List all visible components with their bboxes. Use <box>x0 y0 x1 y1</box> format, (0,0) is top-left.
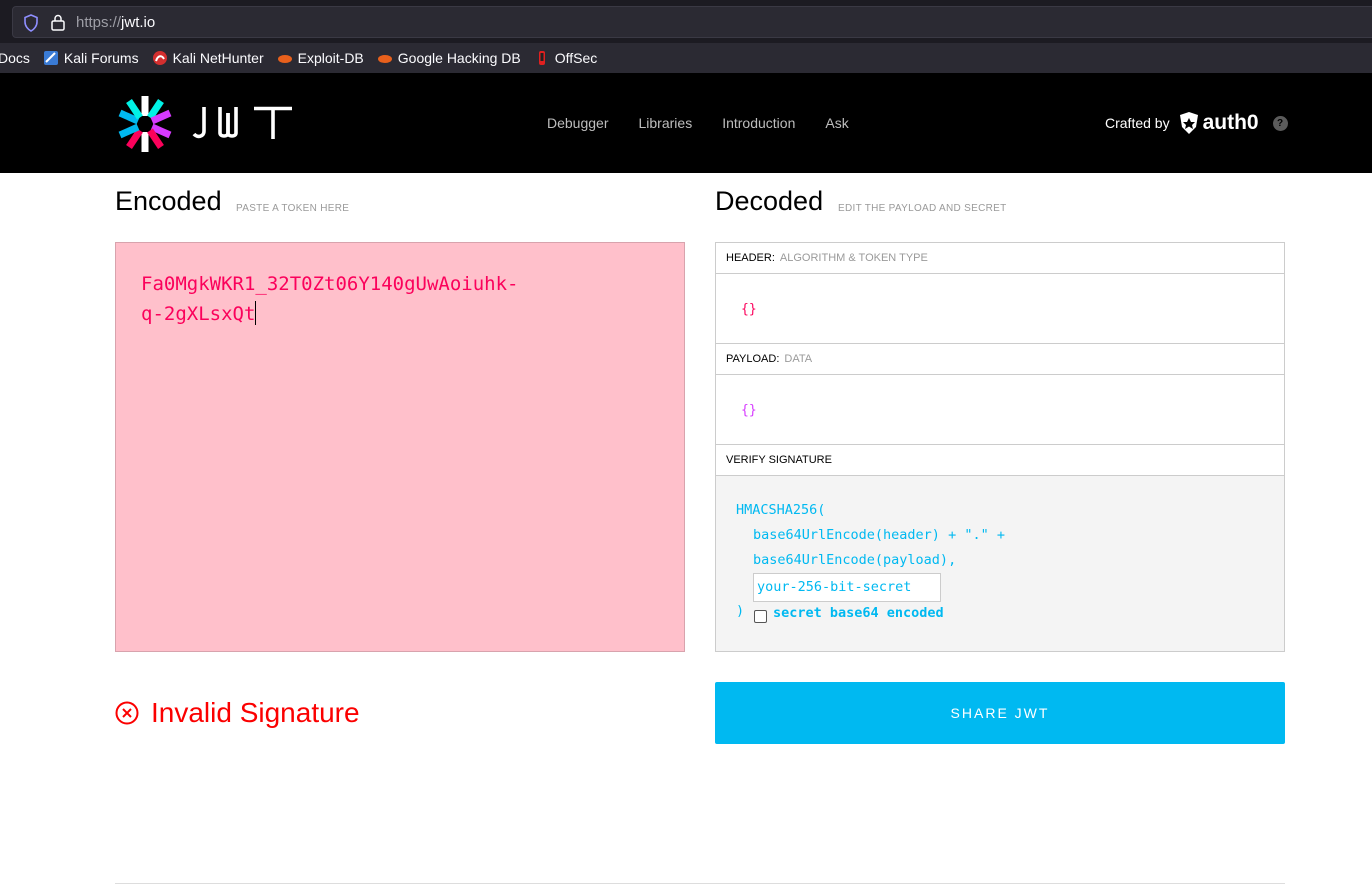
decoded-title: Decoded <box>715 186 824 216</box>
header-json-editor[interactable]: {} <box>716 274 1284 344</box>
offsec-icon <box>538 51 545 65</box>
help-icon[interactable]: ? <box>1272 115 1288 131</box>
encoded-subtitle: PASTE A TOKEN HERE <box>236 203 350 214</box>
auth0-shield-icon <box>1179 112 1198 134</box>
site-header: Debugger Libraries Introduction Ask Craf… <box>0 73 1372 173</box>
crafted-by[interactable]: Crafted by auth0 ? <box>1105 111 1288 135</box>
payload-json[interactable]: {} <box>741 403 757 418</box>
verify-signature-title: VERIFY SIGNATURE <box>716 445 1284 476</box>
invalid-signature-text: Invalid Signature <box>151 697 360 728</box>
signature-status: Invalid Signature <box>115 697 360 729</box>
header-section-title: HEADER: ALGORITHM & TOKEN TYPE <box>716 243 1284 274</box>
text-caret <box>255 301 257 325</box>
base64-checkbox-label[interactable]: secret base64 encoded <box>773 605 944 621</box>
jwt-wordmark[interactable] <box>192 105 296 141</box>
bookmark-offsec[interactable]: OffSec <box>534 50 597 66</box>
url-text[interactable]: https://jwt.io <box>76 14 155 31</box>
bookmarks-bar: Docs Kali Forums Kali NetHunter Exploit-… <box>0 43 1372 73</box>
nav-libraries[interactable]: Libraries <box>639 115 693 131</box>
bookmark-kali-nethunter[interactable]: Kali NetHunter <box>152 50 264 66</box>
auth0-logo[interactable]: auth0 <box>1178 111 1259 135</box>
decoded-subtitle: EDIT THE PAYLOAD AND SECRET <box>838 203 1007 214</box>
main-nav: Debugger Libraries Introduction Ask <box>547 115 879 131</box>
kali-forums-icon <box>43 51 58 65</box>
payload-json-editor[interactable]: {} <box>716 375 1284 445</box>
encoded-title: Encoded <box>115 186 222 216</box>
jwt-logo-icon[interactable] <box>115 94 175 154</box>
error-circle-icon <box>115 701 139 725</box>
bookmark-exploit-db[interactable]: Exploit-DB <box>277 50 364 66</box>
ghdb-icon <box>377 55 392 63</box>
bookmark-docs[interactable]: Docs <box>0 50 30 66</box>
nav-introduction[interactable]: Introduction <box>722 115 795 131</box>
payload-section-title: PAYLOAD: DATA <box>716 344 1284 375</box>
decoded-panel: HEADER: ALGORITHM & TOKEN TYPE {} PAYLOA… <box>715 242 1285 652</box>
bookmark-google-hacking-db[interactable]: Google Hacking DB <box>377 50 521 66</box>
exploit-db-icon <box>277 55 292 63</box>
verify-signature-area: HMACSHA256( base64UrlEncode(header) + ".… <box>716 476 1284 651</box>
header-json[interactable]: {} <box>741 302 757 317</box>
nav-ask[interactable]: Ask <box>825 115 848 131</box>
encoded-token-input[interactable]: Fa0MgkWKR1_32T0Zt06Y140gUwAoiuhk-q-2gXLs… <box>115 242 685 652</box>
secret-input[interactable]: your-256-bit-secret <box>753 573 941 602</box>
base64-checkbox[interactable] <box>754 610 767 623</box>
signature-close-paren: ) <box>736 603 745 619</box>
share-jwt-button[interactable]: SHARE JWT <box>715 682 1285 744</box>
signature-code: HMACSHA256( base64UrlEncode(header) + ".… <box>736 502 1005 568</box>
bookmark-kali-forums[interactable]: Kali Forums <box>43 50 139 66</box>
token-text[interactable]: Fa0MgkWKR1_32T0Zt06Y140gUwAoiuhk-q-2gXLs… <box>141 269 561 329</box>
shield-icon[interactable] <box>23 14 39 32</box>
lock-icon[interactable] <box>50 13 66 31</box>
kali-nethunter-icon <box>152 51 167 65</box>
crafted-by-label: Crafted by <box>1105 115 1170 131</box>
browser-toolbar: https://jwt.io <box>0 0 1372 43</box>
nav-debugger[interactable]: Debugger <box>547 115 609 131</box>
footer-divider <box>115 883 1285 884</box>
url-field[interactable]: https://jwt.io <box>12 6 1372 38</box>
